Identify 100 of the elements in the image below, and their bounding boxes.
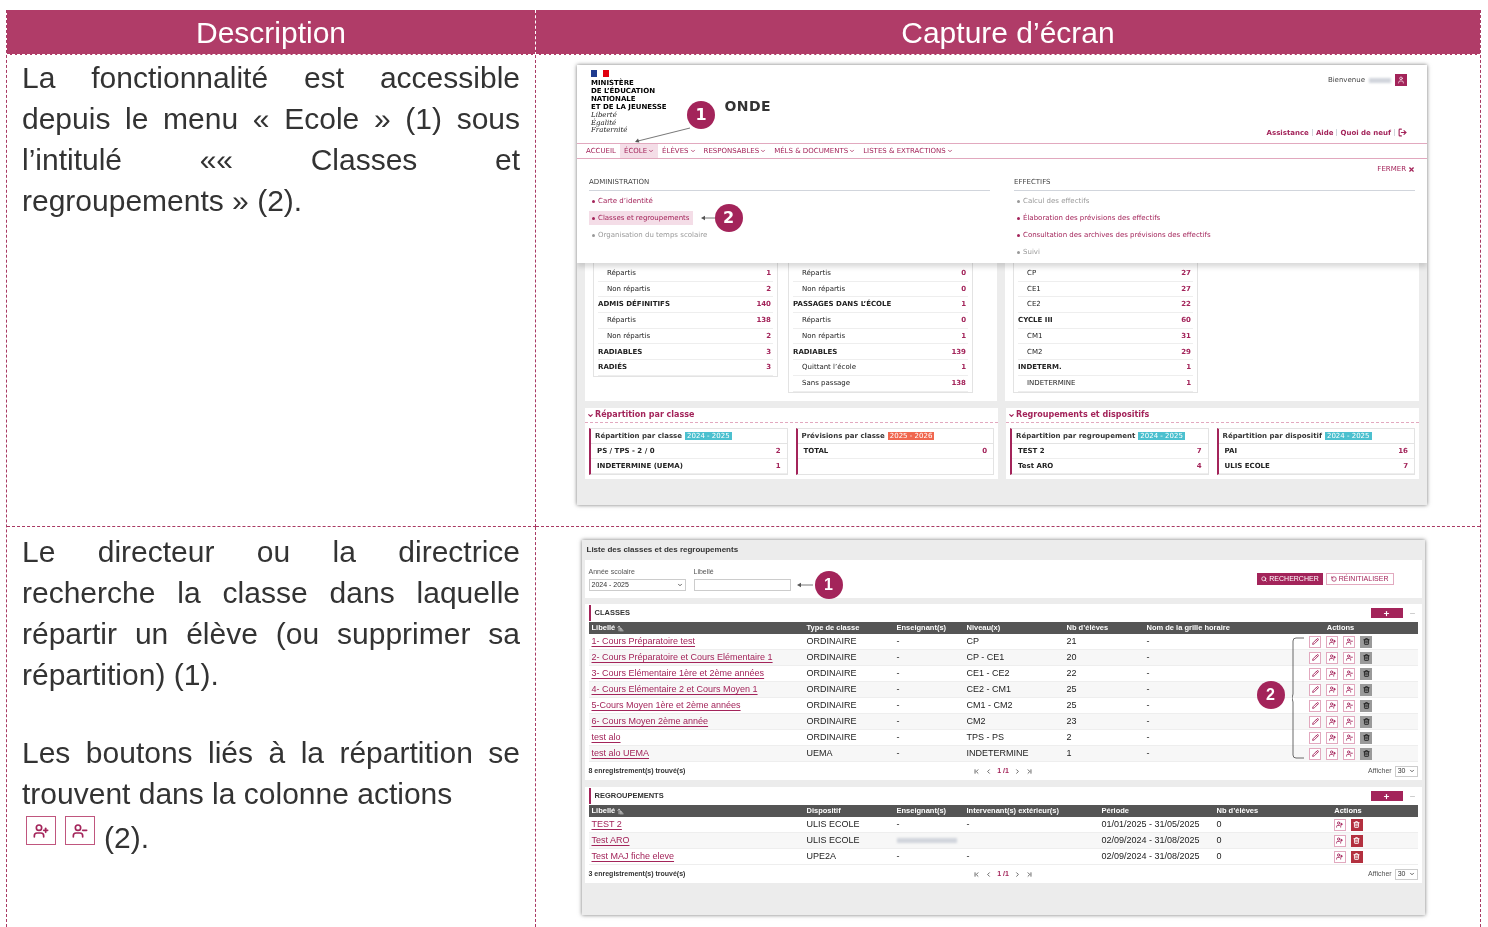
- collapse-caret-icon[interactable]: [1008, 411, 1015, 419]
- last-page-icon[interactable]: [1025, 870, 1033, 878]
- first-page-icon[interactable]: [973, 767, 981, 775]
- class-link[interactable]: 4- Cours Elémentaire 2 et Cours Moyen 1: [591, 684, 758, 695]
- add-button[interactable]: [1370, 791, 1403, 801]
- class-link[interactable]: 5-Cours Moyen 1ère et 2ème années: [591, 700, 741, 711]
- class-link[interactable]: TEST 2: [591, 819, 622, 830]
- search-icon: [1261, 576, 1268, 582]
- previous-page-icon[interactable]: [985, 767, 993, 775]
- delete-button[interactable]: [1360, 747, 1372, 760]
- next-page-icon[interactable]: [1013, 870, 1021, 878]
- user-button[interactable]: [1395, 74, 1407, 86]
- sort-icon[interactable]: [617, 624, 625, 632]
- label-input-field[interactable]: [693, 579, 791, 592]
- table-cell: 23: [1066, 716, 1077, 727]
- class-link[interactable]: test alo UEMA: [591, 748, 650, 759]
- caret-icon: [946, 148, 953, 154]
- trash-icon: [1362, 686, 1370, 693]
- assign-student-button[interactable]: [1326, 747, 1338, 760]
- table-cell: ORDINAIRE: [806, 668, 857, 679]
- class-link[interactable]: 3- Cours Elémentaire 1ère et 2ème années: [591, 668, 765, 679]
- table-cell: -: [896, 668, 900, 679]
- bullet-icon: [1017, 216, 1020, 220]
- last-page-icon[interactable]: [1025, 767, 1033, 775]
- unassign-student-button[interactable]: [1343, 635, 1355, 648]
- edit-button[interactable]: [1309, 635, 1321, 648]
- delete-button[interactable]: [1360, 683, 1372, 696]
- add-person-icon: [1336, 837, 1343, 844]
- edit-button[interactable]: [1309, 667, 1321, 680]
- first-page-icon[interactable]: [973, 870, 981, 878]
- collapse-caret-icon[interactable]: [587, 411, 594, 419]
- delete-button[interactable]: [1360, 651, 1372, 664]
- unassign-student-button[interactable]: [1343, 747, 1355, 760]
- assign-student-button[interactable]: [1326, 715, 1338, 728]
- edit-button[interactable]: [1309, 699, 1321, 712]
- caret-icon: [760, 148, 767, 154]
- class-link[interactable]: 2- Cours Préparatoire et Cours Elémentaire 1: [591, 652, 773, 663]
- table-cell: -: [896, 716, 900, 727]
- unassign-student-button[interactable]: [1343, 651, 1355, 664]
- table-cell: -: [896, 851, 900, 862]
- unassign-student-button[interactable]: [1343, 715, 1355, 728]
- delete-button[interactable]: [1350, 818, 1363, 831]
- assign-student-button[interactable]: [1333, 818, 1346, 831]
- class-link[interactable]: Test ARO: [591, 835, 630, 846]
- trash-icon: [1362, 702, 1370, 709]
- add-button[interactable]: [1370, 608, 1403, 618]
- assign-student-button[interactable]: [1326, 699, 1338, 712]
- class-link[interactable]: Test MAJ fiche eleve: [591, 851, 675, 862]
- user-icon: [1397, 76, 1405, 84]
- trash-icon: [1353, 853, 1360, 860]
- table-cell: 02/09/2024 - 31/08/2025: [1101, 835, 1200, 846]
- remove-person-icon: [1345, 670, 1353, 677]
- edit-button[interactable]: [1309, 651, 1321, 664]
- delete-button[interactable]: [1360, 731, 1372, 744]
- previous-page-icon[interactable]: [985, 870, 993, 878]
- table-cell: -: [1146, 732, 1150, 743]
- callout-arrow: [796, 582, 813, 589]
- class-link[interactable]: test alo: [591, 732, 621, 743]
- table-cell: 1: [1066, 748, 1072, 759]
- edit-button[interactable]: [1309, 683, 1321, 696]
- assign-student-button[interactable]: [1326, 651, 1338, 664]
- assign-student-button[interactable]: [1326, 731, 1338, 744]
- delete-button[interactable]: [1350, 834, 1363, 847]
- next-page-icon[interactable]: [1013, 767, 1021, 775]
- description-text: Les boutons liés à la répartition se trouvent dans la colonne actions: [22, 735, 520, 812]
- class-link[interactable]: 1- Cours Préparatoire test: [591, 636, 696, 647]
- add-person-icon: [1328, 750, 1336, 757]
- assign-student-button[interactable]: [1326, 635, 1338, 648]
- edit-button[interactable]: [1309, 731, 1321, 744]
- description-text: Le directeur ou la directrice recherche la classe dans laquelle répartir un élève (ou supprimer sa répartition) (1).: [22, 534, 520, 693]
- delete-button[interactable]: [1360, 667, 1372, 680]
- unassign-student-button[interactable]: [1343, 667, 1355, 680]
- delete-button[interactable]: [1360, 715, 1372, 728]
- caret-icon: [676, 582, 683, 589]
- edit-button[interactable]: [1309, 715, 1321, 728]
- trash-icon: [1362, 718, 1370, 725]
- app-title: ONDE: [724, 97, 771, 116]
- table-cell: -: [1146, 668, 1150, 679]
- sort-icon[interactable]: [617, 807, 625, 815]
- redacted-name: [1369, 77, 1391, 83]
- trash-icon: [1362, 654, 1370, 661]
- assign-student-button[interactable]: [1333, 850, 1346, 863]
- unassign-student-button[interactable]: [1343, 683, 1355, 696]
- assign-student-button[interactable]: [1333, 834, 1346, 847]
- delete-button[interactable]: [1360, 635, 1372, 648]
- class-link[interactable]: 6- Cours Moyen 2ème année: [591, 716, 709, 727]
- add-person-icon: [1328, 734, 1336, 741]
- table-cell: -: [1146, 748, 1150, 759]
- table-cell: ORDINAIRE: [806, 716, 857, 727]
- assign-student-button[interactable]: [1326, 683, 1338, 696]
- edit-button[interactable]: [1309, 747, 1321, 760]
- assign-student-button[interactable]: [1326, 667, 1338, 680]
- caret-icon: [849, 148, 856, 154]
- unassign-student-button[interactable]: [1343, 699, 1355, 712]
- delete-button[interactable]: [1350, 850, 1363, 863]
- logout-icon[interactable]: [1398, 128, 1407, 138]
- table-cell: UPE2A: [806, 851, 836, 862]
- description-text: La fonctionnalité est accessible depuis le menu « Ecole » (1) sous l’intitulé «« Classes et regroupements » (2).: [22, 60, 520, 219]
- delete-button[interactable]: [1360, 699, 1372, 712]
- unassign-student-button[interactable]: [1343, 731, 1355, 744]
